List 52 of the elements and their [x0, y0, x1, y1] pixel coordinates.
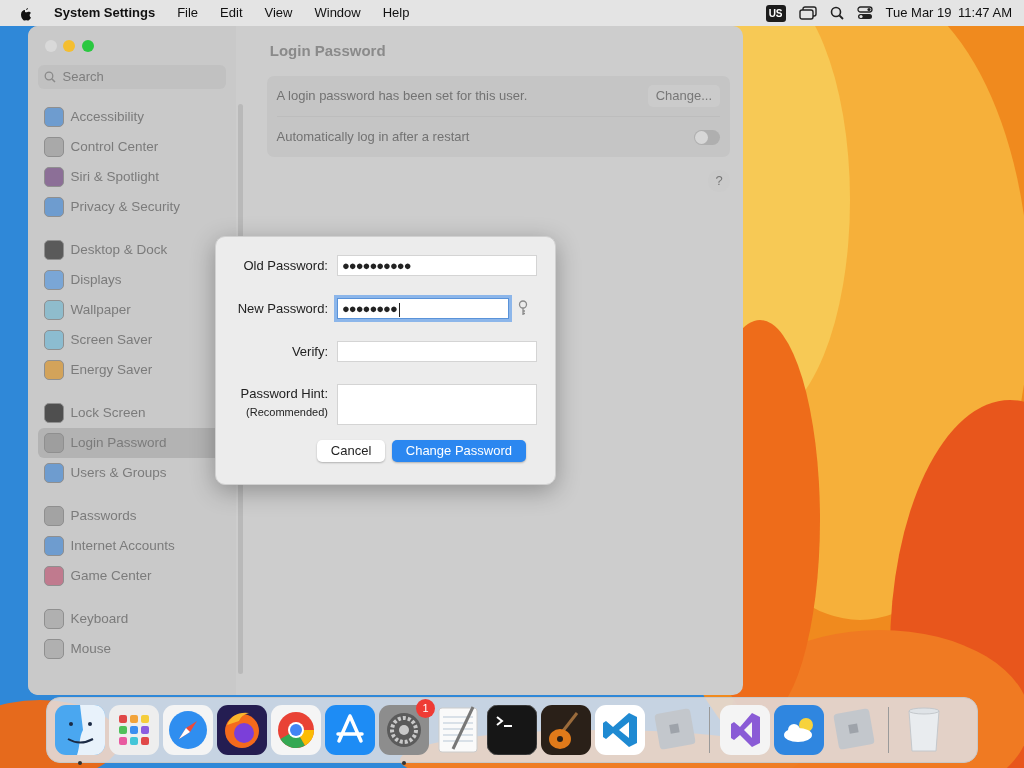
search-icon[interactable]	[829, 6, 844, 20]
field-label: Password Hint:	[239, 385, 328, 403]
sidebar-item[interactable]: Passwords	[38, 501, 226, 531]
time-text[interactable]: 11:47 AM	[958, 3, 1012, 23]
menu-item[interactable]: Window	[303, 3, 372, 23]
sidebar-item[interactable]: Siri & Spotlight	[38, 162, 226, 192]
ide-icon[interactable]	[720, 705, 770, 755]
change-password-button[interactable]: Change Password	[391, 440, 526, 462]
fox-icon[interactable]	[217, 705, 267, 755]
gear-icon[interactable]	[379, 705, 429, 755]
apple-icon[interactable]	[18, 5, 32, 21]
field-label: Verify:	[290, 343, 328, 361]
menu-item[interactable]: View	[253, 3, 304, 23]
app-store-icon[interactable]	[325, 705, 375, 755]
password-field[interactable]: ●●●●●●●●	[337, 298, 509, 319]
menu-item[interactable]: Help	[371, 3, 421, 23]
field-label: Old Password:	[242, 257, 328, 275]
input-source-indicator[interactable]: US	[765, 4, 786, 22]
sidebar-item[interactable]: Privacy & Security	[38, 192, 226, 222]
field-label: New Password:	[236, 300, 328, 318]
search-icon	[44, 71, 56, 83]
password-field[interactable]	[337, 341, 537, 362]
app-menu[interactable]: System Settings	[32, 3, 167, 23]
toggle-switch[interactable]	[694, 129, 720, 145]
browser-icon[interactable]	[271, 705, 321, 755]
setting-label: Automatically log in after a restart	[276, 128, 470, 147]
status-text: A login password has been set for this user.	[276, 87, 528, 106]
terminal-icon[interactable]	[487, 705, 537, 755]
control-center-icon[interactable]	[856, 6, 873, 20]
window-title: Login Password	[268, 40, 387, 61]
field-sublabel: (Recommended)	[245, 404, 328, 420]
search-field[interactable]: Search	[38, 65, 226, 89]
sidebar-item[interactable]: Keyboard	[38, 604, 226, 634]
app-grid-icon[interactable]	[109, 705, 159, 755]
password-field[interactable]: ●●●●●●●●●●	[337, 255, 537, 276]
sidebar-item[interactable]: Game Center	[38, 561, 226, 591]
menu-item[interactable]: File	[166, 3, 210, 23]
change-button[interactable]: Change...	[647, 85, 720, 107]
menu-item[interactable]: Edit	[209, 3, 254, 23]
guitar-icon[interactable]	[541, 705, 591, 755]
key-icon[interactable]	[518, 300, 528, 316]
date-text[interactable]: Tue Mar 19	[885, 3, 952, 23]
code-editor-icon[interactable]	[595, 705, 645, 755]
weather-icon[interactable]	[774, 705, 824, 755]
windows-icon[interactable]	[798, 6, 817, 20]
sidebar-item[interactable]: Accessibility	[38, 102, 226, 132]
sidebar-item[interactable]: Mouse	[38, 634, 226, 664]
sidebar-item[interactable]: Internet Accounts	[38, 531, 226, 561]
finder-icon[interactable]	[55, 705, 105, 755]
cancel-button[interactable]: Cancel	[316, 440, 386, 462]
notification-badge: 1	[416, 699, 435, 718]
sidebar-item[interactable]: Control Center	[38, 132, 226, 162]
